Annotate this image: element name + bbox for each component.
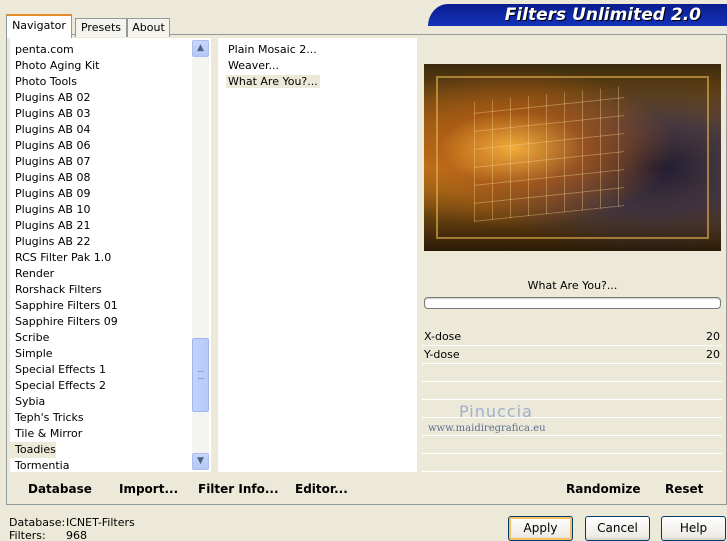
tab-navigator[interactable]: Navigator xyxy=(6,14,72,38)
parameter-list: X-dose 20 Y-dose 20 xyxy=(422,328,722,472)
left-actions: Database Import... Filter Info... Editor… xyxy=(10,480,417,498)
list-item-selected[interactable]: Toadies xyxy=(10,442,56,458)
list-item[interactable]: Plugins AB 22 xyxy=(10,234,211,250)
list-item[interactable]: Render xyxy=(10,266,211,282)
category-scrollbar[interactable]: ▲ ▼ xyxy=(192,40,209,470)
watermark-site: www.maidiregrafica.eu xyxy=(428,423,546,434)
list-item[interactable]: Plugins AB 03 xyxy=(10,106,211,122)
watermark-name: Pinuccia xyxy=(459,402,533,421)
list-item[interactable]: Rorshack Filters xyxy=(10,282,211,298)
param-row[interactable]: Y-dose 20 xyxy=(422,346,722,364)
param-row-empty xyxy=(422,382,722,400)
param-row-empty xyxy=(422,364,722,382)
reset-button[interactable]: Reset xyxy=(665,480,703,498)
filter-name-label: What Are You?... xyxy=(527,279,618,292)
status-area: Database:ICNET-Filters Filters: 968 xyxy=(9,516,135,541)
filters-count-label: Filters: xyxy=(9,529,46,541)
help-button[interactable]: Help xyxy=(661,516,726,541)
database-value: ICNET-Filters xyxy=(66,516,135,529)
editor-button[interactable]: Editor... xyxy=(295,480,348,498)
list-item[interactable]: Plugins AB 06 xyxy=(10,138,211,154)
list-item[interactable]: Plugins AB 08 xyxy=(10,170,211,186)
list-item[interactable]: Sybia xyxy=(10,394,211,410)
chevron-up-icon[interactable]: ▲ xyxy=(192,40,209,57)
database-label: Database: xyxy=(9,516,66,529)
scrollbar-thumb[interactable] xyxy=(192,338,209,412)
param-value: 20 xyxy=(706,348,720,361)
list-item[interactable]: Scribe xyxy=(10,330,211,346)
filter-list[interactable]: Plain Mosaic 2... Weaver... What Are You… xyxy=(218,38,417,472)
list-item[interactable]: Photo Aging Kit xyxy=(10,58,211,74)
tab-about[interactable]: About xyxy=(127,18,170,37)
list-item[interactable]: Special Effects 1 xyxy=(10,362,211,378)
param-name: X-dose xyxy=(424,330,462,343)
app-title: Filters Unlimited 2.0 xyxy=(504,5,701,25)
list-item[interactable]: Sapphire Filters 09 xyxy=(10,314,211,330)
list-item[interactable]: Plain Mosaic 2... xyxy=(218,42,417,58)
param-name: Y-dose xyxy=(424,348,460,361)
list-item[interactable]: Plugins AB 21 xyxy=(10,218,211,234)
randomize-button[interactable]: Randomize xyxy=(566,480,640,498)
list-item[interactable]: Plugins AB 04 xyxy=(10,122,211,138)
right-actions: Randomize Reset xyxy=(424,480,721,498)
list-item[interactable]: Special Effects 2 xyxy=(10,378,211,394)
category-list[interactable]: penta.com Photo Aging Kit Photo Tools Pl… xyxy=(10,38,211,472)
progress-bar xyxy=(424,297,721,309)
list-item[interactable]: Plugins AB 02 xyxy=(10,90,211,106)
list-item[interactable]: Teph's Tricks xyxy=(10,410,211,426)
list-item[interactable]: Tormentia xyxy=(10,458,211,472)
database-button[interactable]: Database xyxy=(28,480,92,498)
filter-info-button[interactable]: Filter Info... xyxy=(198,480,279,498)
list-item[interactable]: Plugins AB 10 xyxy=(10,202,211,218)
filters-count-value: 968 xyxy=(66,529,87,541)
list-item[interactable]: Weaver... xyxy=(218,58,417,74)
list-item[interactable]: penta.com xyxy=(10,42,211,58)
list-item[interactable]: Plugins AB 07 xyxy=(10,154,211,170)
list-item[interactable]: RCS Filter Pak 1.0 xyxy=(10,250,211,266)
list-item[interactable]: Photo Tools xyxy=(10,74,211,90)
list-item[interactable]: Tile & Mirror xyxy=(10,426,211,442)
title-banner: Filters Unlimited 2.0 xyxy=(428,4,727,26)
param-value: 20 xyxy=(706,330,720,343)
list-item[interactable]: Sapphire Filters 01 xyxy=(10,298,211,314)
list-item[interactable]: Simple xyxy=(10,346,211,362)
import-button[interactable]: Import... xyxy=(119,480,178,498)
tab-presets[interactable]: Presets xyxy=(75,18,127,37)
param-row[interactable]: X-dose 20 xyxy=(422,328,722,346)
list-item[interactable]: Plugins AB 09 xyxy=(10,186,211,202)
param-row-empty xyxy=(422,436,722,454)
apply-button[interactable]: Apply xyxy=(508,516,573,541)
chevron-down-icon[interactable]: ▼ xyxy=(192,453,209,470)
list-item-selected[interactable]: What Are You?... xyxy=(218,74,417,90)
cancel-button[interactable]: Cancel xyxy=(585,516,650,541)
preview-image[interactable] xyxy=(424,64,721,251)
param-row-empty xyxy=(422,454,722,472)
